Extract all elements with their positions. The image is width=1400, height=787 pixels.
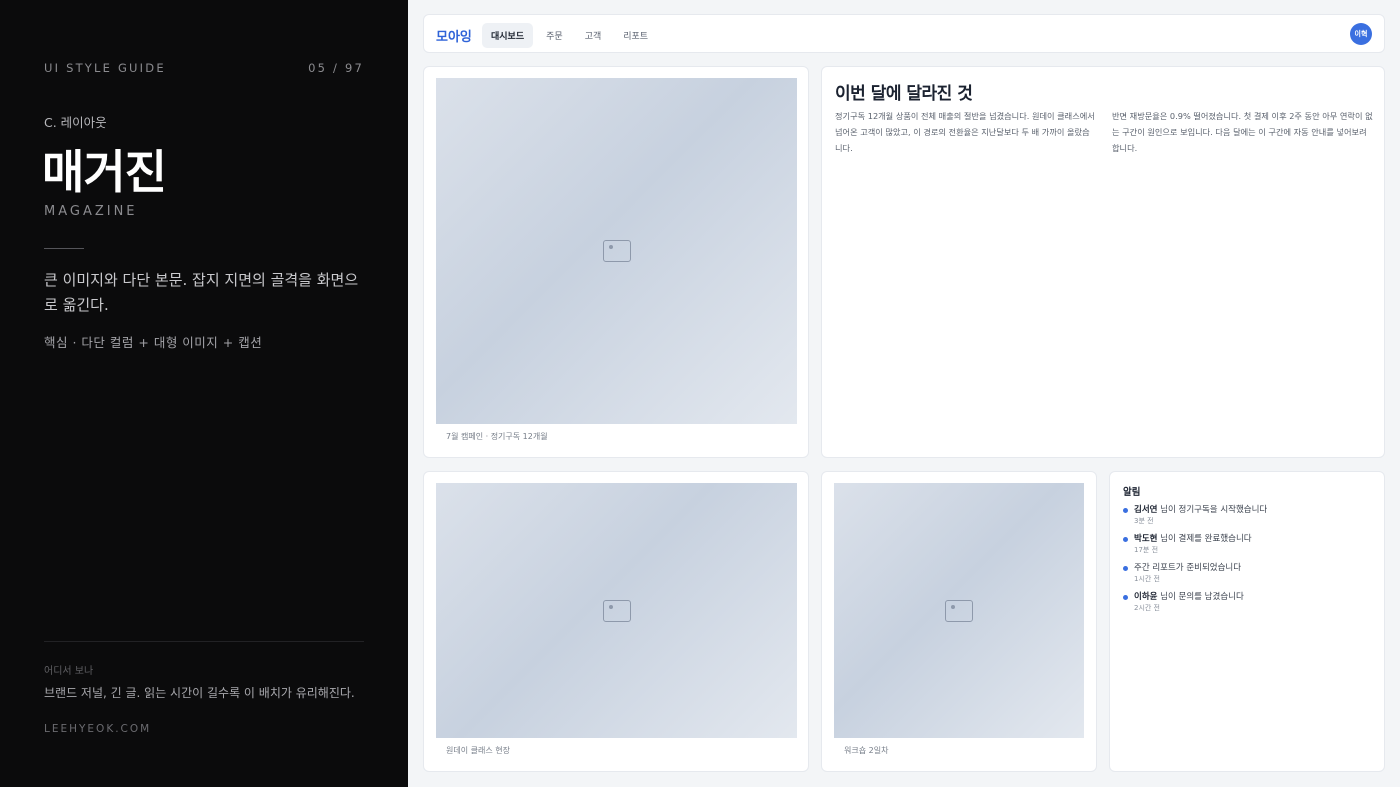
page-title-en: MAGAZINE [44, 204, 138, 219]
style-guide-panel: UI STYLE GUIDE 05 / 97 C. 레이아웃 매거진 MAGAZ… [0, 0, 408, 787]
notification-time: 17분 전 [1134, 546, 1159, 554]
nav-dashboard[interactable]: 대시보드 [482, 23, 534, 48]
image-icon [945, 600, 973, 622]
notification-text: 님이 문의를 남겼습니다 [1157, 592, 1244, 602]
feature-caption: 7월 캠페인 · 정기구독 12개월 [446, 432, 548, 441]
gallery-caption-2: 워크숍 2일차 [844, 746, 889, 755]
notifications-card: 알림 김서연 님이 정기구독을 시작했습니다 3분 전 박도현 님이 결제를 완… [1109, 471, 1385, 772]
main-nav: 대시보드 주문 고객 리포트 [482, 23, 657, 48]
article-title: 이번 달에 달라진 것 [835, 84, 973, 104]
nav-reports[interactable]: 리포트 [614, 23, 657, 48]
dot-icon [1123, 508, 1128, 513]
notification-time: 2시간 전 [1134, 604, 1160, 612]
usage-text: 브랜드 저널, 긴 글. 읽는 시간이 길수록 이 배치가 유리해진다. [44, 686, 355, 700]
notification-name: 김서연 [1134, 505, 1158, 515]
notifications-title: 알림 [1123, 487, 1141, 498]
article-column-1: 정기구독 12개월 상품이 전체 매출의 절반을 넘겼습니다. 원데이 클래스에… [835, 111, 1095, 153]
notification-name: 박도현 [1134, 534, 1158, 544]
notification-name: 이하윤 [1134, 592, 1158, 602]
notification-text: 주간 리포트가 준비되었습니다 [1134, 563, 1242, 573]
notification-time: 3분 전 [1134, 517, 1154, 525]
gallery-card-2: 워크숍 2일차 [821, 471, 1097, 772]
divider [44, 248, 84, 249]
gallery-image-1 [436, 483, 797, 738]
notification-time: 1시간 전 [1134, 575, 1160, 583]
notification-text: 님이 정기구독을 시작했습니다 [1157, 505, 1268, 515]
nav-customers[interactable]: 고객 [576, 23, 611, 48]
user-avatar[interactable]: 이혁 [1350, 23, 1372, 45]
feature-image-card: 7월 캠페인 · 정기구독 12개월 [423, 66, 809, 458]
image-icon [603, 240, 631, 262]
dot-icon [1123, 595, 1128, 600]
article-column-2: 반면 재방문율은 0.9% 떨어졌습니다. 첫 결제 이후 2주 동안 아무 연… [1112, 111, 1373, 153]
app-topbar: 모아잉 대시보드 주문 고객 리포트 이혁 [423, 14, 1385, 53]
nav-orders[interactable]: 주문 [537, 23, 572, 48]
app-logo[interactable]: 모아잉 [436, 26, 472, 45]
image-icon [603, 600, 631, 622]
page-counter: 05 / 97 [308, 61, 364, 75]
notification-text: 님이 결제를 완료했습니다 [1157, 534, 1252, 544]
site-link[interactable]: LEEHYEOK.COM [44, 723, 151, 735]
section-label: C. 레이아웃 [44, 115, 107, 130]
footer-divider [44, 641, 364, 642]
gallery-card-1: 원데이 클래스 현장 [423, 471, 809, 772]
description: 큰 이미지와 다단 본문. 잡지 지면의 골격을 화면으로 옮긴다. [44, 271, 359, 314]
page-title: 매거진 [42, 145, 167, 199]
guide-label: UI STYLE GUIDE [44, 61, 166, 75]
usage-label: 어디서 보나 [44, 666, 94, 677]
article-card: 이번 달에 달라진 것 정기구독 12개월 상품이 전체 매출의 절반을 넘겼습… [821, 66, 1385, 458]
gallery-image-2 [834, 483, 1084, 738]
feature-image [436, 78, 797, 424]
dot-icon [1123, 566, 1128, 571]
gallery-caption-1: 원데이 클래스 현장 [446, 746, 510, 755]
layout-formula: 핵심 · 다단 컬럼 + 대형 이미지 + 캡션 [44, 335, 263, 350]
dot-icon [1123, 537, 1128, 542]
